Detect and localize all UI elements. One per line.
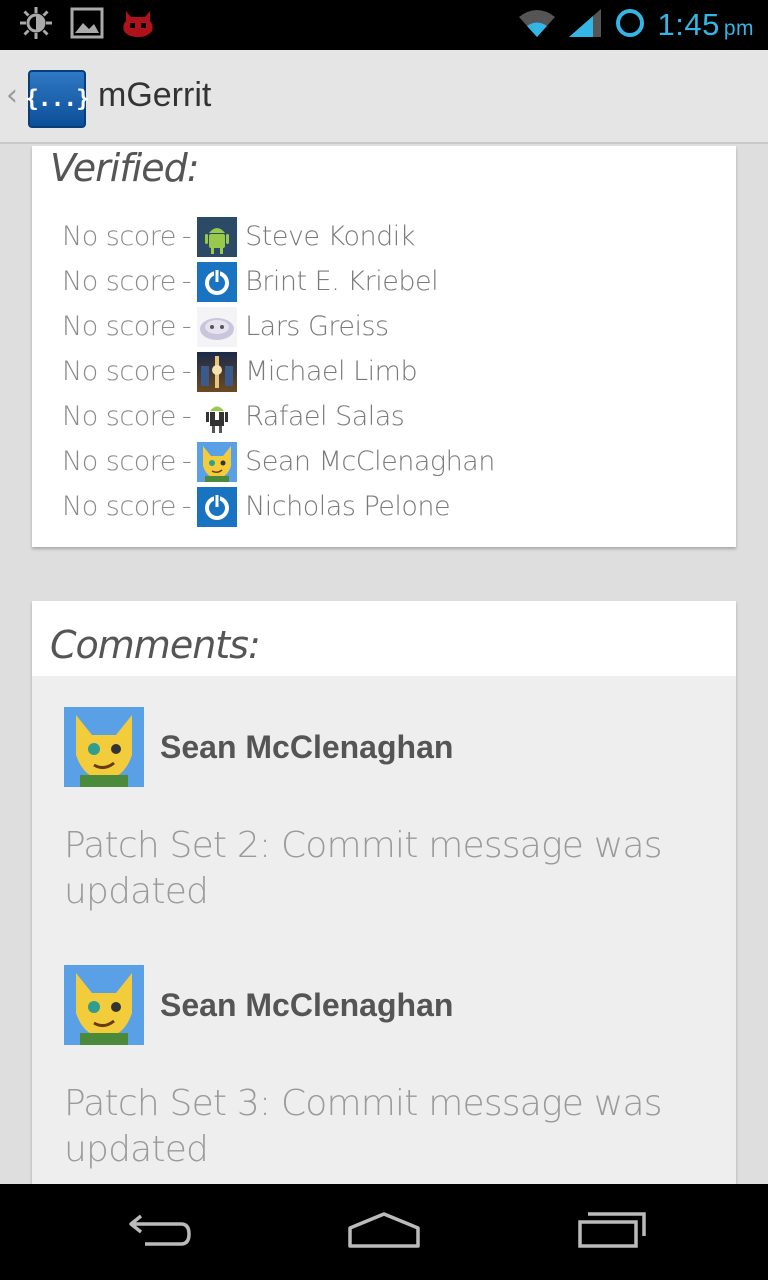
reviewer-row[interactable]: No score - Steve Kondik — [62, 214, 495, 259]
comments-list: Sean McClenaghan Patch Set 2: Commit mes… — [32, 676, 736, 1184]
recent-apps-icon — [574, 1210, 646, 1254]
separator: - — [181, 356, 192, 387]
signal-icon — [567, 7, 603, 43]
reviewer-name: Steve Kondik — [245, 221, 415, 252]
comment-text: Patch Set 2: Commit message was updated — [64, 825, 662, 912]
reviewer-name: Michael Limb — [245, 356, 418, 387]
android-robot-avatar — [197, 216, 238, 257]
up-caret-icon: ‹ — [6, 78, 18, 113]
clock: 1:45 pm — [657, 7, 754, 43]
app-title: mGerrit — [98, 76, 212, 114]
fox-cartoon-avatar — [197, 441, 238, 482]
comment-author: Sean McClenaghan — [160, 986, 454, 1023]
app-icon: {...} — [25, 70, 90, 128]
comment-item[interactable]: Sean McClenaghan Patch Set 3: Commit mes… — [64, 965, 724, 1173]
power-logo-avatar — [197, 261, 238, 302]
reviewer-list: No score - Steve Kondik No score - Brint… — [62, 214, 495, 529]
reviewer-row[interactable]: No score - Michael Limb — [62, 349, 495, 394]
score-label: No score — [62, 356, 176, 387]
score-label: No score — [62, 311, 176, 342]
navigation-bar — [0, 1184, 768, 1280]
score-label: No score — [62, 266, 176, 297]
home-button[interactable] — [344, 1208, 424, 1256]
separator: - — [181, 491, 192, 522]
comments-card: Comments: Sean McClenaghan Patch Set 2: … — [32, 601, 736, 1184]
reviewer-name: Nicholas Pelone — [245, 491, 451, 522]
creature-avatar — [197, 306, 238, 347]
action-bar: ‹ {...} mGerrit — [0, 50, 768, 144]
score-label: No score — [62, 446, 176, 477]
back-icon — [125, 1210, 195, 1254]
reviewer-name: Brint E. Kriebel — [245, 266, 439, 297]
reviewer-name: Rafael Salas — [245, 401, 405, 432]
home-up-button[interactable]: ‹ {...} mGerrit — [0, 50, 230, 144]
separator: - — [181, 311, 192, 342]
android-suit-avatar — [197, 396, 238, 437]
fox-cartoon-avatar[interactable] — [64, 965, 144, 1045]
reviewer-row[interactable]: No score - Lars Greiss — [62, 304, 495, 349]
scifi-photo-avatar — [197, 351, 238, 392]
clock-ampm: pm — [723, 17, 754, 40]
fox-cartoon-avatar[interactable] — [64, 707, 144, 787]
reviewer-name: Sean McClenaghan — [245, 446, 495, 477]
comment-author: Sean McClenaghan — [160, 728, 454, 765]
brightness-icon — [18, 5, 54, 45]
reviewer-row[interactable]: No score - Nicholas Pelone — [62, 484, 495, 529]
separator: - — [181, 446, 192, 477]
cyanogen-mod-icon — [120, 7, 156, 43]
separator: - — [181, 401, 192, 432]
score-label: No score — [62, 491, 176, 522]
separator: - — [181, 266, 192, 297]
power-logo-avatar — [197, 486, 238, 527]
comment-item[interactable]: Sean McClenaghan Patch Set 2: Commit mes… — [64, 707, 724, 915]
comment-header: Sean McClenaghan — [64, 707, 724, 787]
content-scroll[interactable]: Verified: No score - Steve Kondik No sco… — [0, 146, 768, 1184]
sync-icon — [613, 6, 647, 44]
verified-title: Verified: — [50, 146, 200, 190]
wifi-icon — [517, 7, 557, 43]
reviewer-name: Lars Greiss — [245, 311, 389, 342]
home-icon — [346, 1210, 422, 1254]
score-label: No score — [62, 221, 176, 252]
reviewer-row[interactable]: No score - Rafael Salas — [62, 394, 495, 439]
reviewer-row[interactable]: No score - Brint E. Kriebel — [62, 259, 495, 304]
score-label: No score — [62, 401, 176, 432]
status-bar: 1:45 pm — [0, 0, 768, 50]
comments-title: Comments: — [50, 623, 261, 667]
gallery-icon — [70, 7, 104, 43]
clock-time: 1:45 — [657, 7, 720, 42]
verified-card: Verified: No score - Steve Kondik No sco… — [32, 146, 736, 547]
comment-header: Sean McClenaghan — [64, 965, 724, 1045]
recent-apps-button[interactable] — [570, 1208, 650, 1256]
separator: - — [181, 221, 192, 252]
back-button[interactable] — [120, 1208, 200, 1256]
comment-text: Patch Set 3: Commit message was updated — [64, 1083, 662, 1170]
reviewer-row[interactable]: No score - Sean McClenaghan — [62, 439, 495, 484]
